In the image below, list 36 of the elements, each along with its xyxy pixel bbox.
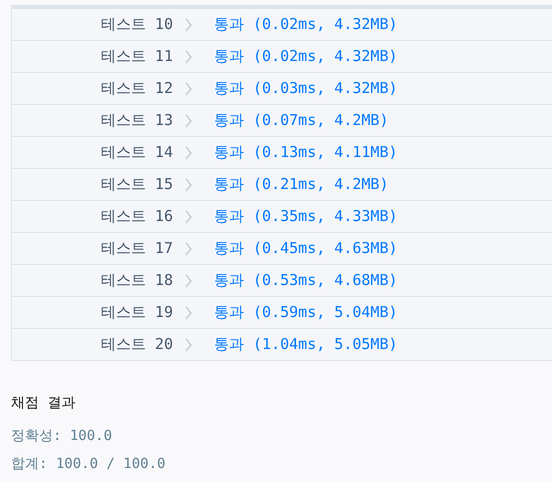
test-label: 테스트 12 <box>100 78 173 100</box>
chevron-right-icon <box>185 18 192 32</box>
chevron-right-icon <box>185 146 192 160</box>
test-result: 통과 (0.45ms, 4.63MB) <box>214 238 398 260</box>
test-result: 통과 (0.21ms, 4.2MB) <box>214 174 388 196</box>
chevron-right-icon <box>185 274 192 288</box>
test-result: 통과 (0.35ms, 4.33MB) <box>214 206 398 228</box>
chevron-right-icon <box>185 178 192 192</box>
test-label: 테스트 17 <box>100 238 173 260</box>
chevron-right-icon <box>185 114 192 128</box>
test-label: 테스트 20 <box>100 334 173 356</box>
test-label: 테스트 14 <box>100 142 173 164</box>
chevron-right-icon <box>185 82 192 96</box>
chevron-right-icon <box>185 338 192 352</box>
section-title: 채점 결과 <box>11 394 76 413</box>
test-result: 통과 (1.04ms, 5.05MB) <box>214 334 398 356</box>
score-line: 정확성: 100.0 <box>11 427 114 446</box>
test-label: 테스트 16 <box>100 206 173 228</box>
test-label: 테스트 18 <box>100 270 173 292</box>
test-result: 통과 (0.03ms, 4.32MB) <box>214 78 398 100</box>
chevron-right-icon <box>185 50 192 64</box>
chevron-right-icon <box>185 306 192 320</box>
chevron-right-icon <box>185 210 192 224</box>
chevron-right-icon <box>185 242 192 256</box>
test-result: 통과 (0.02ms, 4.32MB) <box>214 46 398 68</box>
test-result: 통과 (0.02ms, 4.32MB) <box>214 14 398 36</box>
test-result: 통과 (0.13ms, 4.11MB) <box>214 142 398 164</box>
test-label: 테스트 13 <box>100 110 173 132</box>
test-result: 통과 (0.07ms, 4.2MB) <box>214 110 388 132</box>
test-label: 테스트 19 <box>100 302 173 324</box>
test-label: 테스트 15 <box>100 174 173 196</box>
score-line: 합계: 100.0 / 100.0 <box>11 455 166 474</box>
test-result: 통과 (0.59ms, 5.04MB) <box>214 302 398 324</box>
test-label: 테스트 10 <box>100 14 173 36</box>
test-label: 테스트 11 <box>100 46 173 68</box>
test-result: 통과 (0.53ms, 4.68MB) <box>214 270 398 292</box>
